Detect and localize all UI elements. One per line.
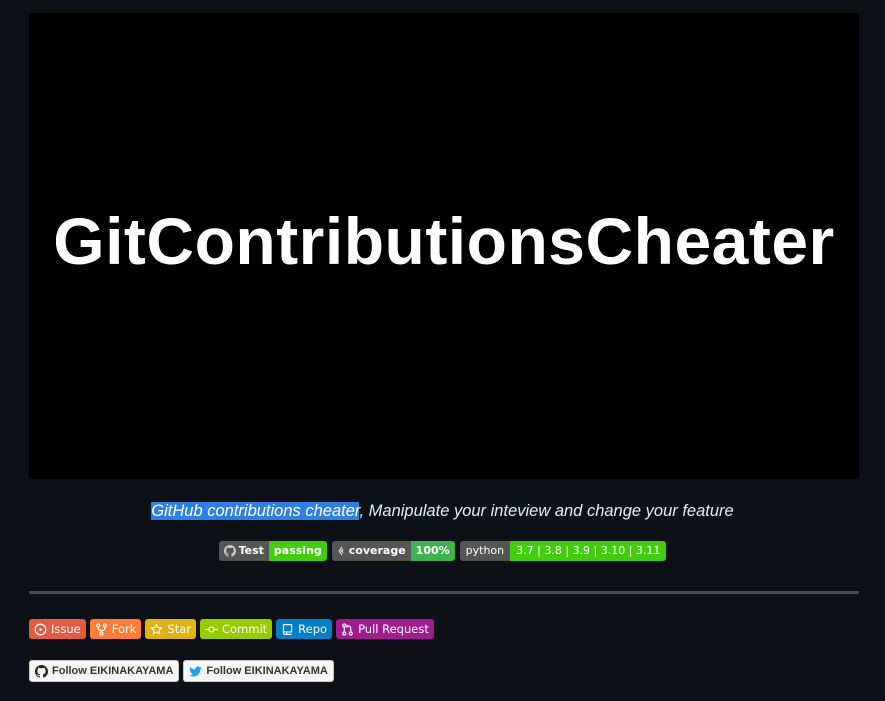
python-badge[interactable]: python 3.7 | 3.8 | 3.9 | 3.10 | 3.11 [459, 541, 667, 561]
hero-title: GitContributionsCheater [53, 204, 835, 278]
twitter-follow-label: Follow EIKINAKAYAMA [206, 665, 328, 677]
commit-badge-label: Commit [221, 622, 268, 636]
twitter-icon [189, 665, 203, 677]
twitter-follow-button[interactable]: Follow EIKINAKAYAMA [183, 660, 334, 682]
follow-badges: Follow EIKINAKAYAMA Follow EIKINAKAYAMA [29, 660, 334, 682]
pull-request-badge-label: Pull Request [358, 622, 429, 636]
divider [29, 591, 859, 594]
commit-badge[interactable]: Commit [199, 619, 273, 639]
star-badge-label: Star [167, 622, 191, 636]
coverage-badge[interactable]: coverage 100% [331, 541, 455, 561]
tagline-highlight: GitHub contributions cheater [151, 502, 360, 520]
github-follow-button[interactable]: Follow EIKINAKAYAMA [29, 660, 180, 682]
github-icon [223, 545, 236, 557]
issue-badge[interactable]: Issue [29, 619, 86, 639]
github-icon [35, 664, 48, 678]
repo-badge-label: Repo [298, 622, 328, 636]
github-follow-label: Follow EIKINAKAYAMA [52, 665, 174, 677]
python-badge-label: python [459, 541, 511, 561]
repo-badge[interactable]: Repo [276, 619, 333, 639]
fork-badge-label: Fork [111, 622, 137, 636]
codeclimate-icon [338, 546, 344, 556]
pull-request-badge[interactable]: Pull Request [336, 619, 434, 639]
test-badge[interactable]: Test passing [218, 541, 327, 561]
pull-request-icon [342, 622, 353, 636]
test-badge-label: Test [238, 544, 264, 557]
fork-badge[interactable]: Fork [89, 619, 142, 639]
coverage-badge-label: coverage [348, 544, 406, 557]
test-badge-value: passing [268, 541, 327, 561]
tagline: GitHub contributions cheater, Manipulate… [0, 502, 885, 521]
status-badges: Test passing coverage 100% python 3.7 | … [0, 541, 885, 561]
commit-icon [204, 625, 218, 633]
repo-icon [283, 623, 293, 635]
python-badge-value: 3.7 | 3.8 | 3.9 | 3.10 | 3.11 [510, 541, 667, 561]
fork-icon [95, 622, 107, 636]
issue-icon [34, 623, 47, 635]
star-badge[interactable]: Star [145, 619, 196, 639]
link-badges: Issue Fork Star Commit Repo Pull Request [29, 619, 434, 639]
star-icon [151, 623, 163, 634]
coverage-badge-value: 100% [410, 541, 455, 561]
hero-banner: GitContributionsCheater [29, 13, 859, 479]
tagline-rest: , Manipulate your inteview and change yo… [359, 502, 734, 520]
issue-badge-label: Issue [51, 622, 81, 636]
